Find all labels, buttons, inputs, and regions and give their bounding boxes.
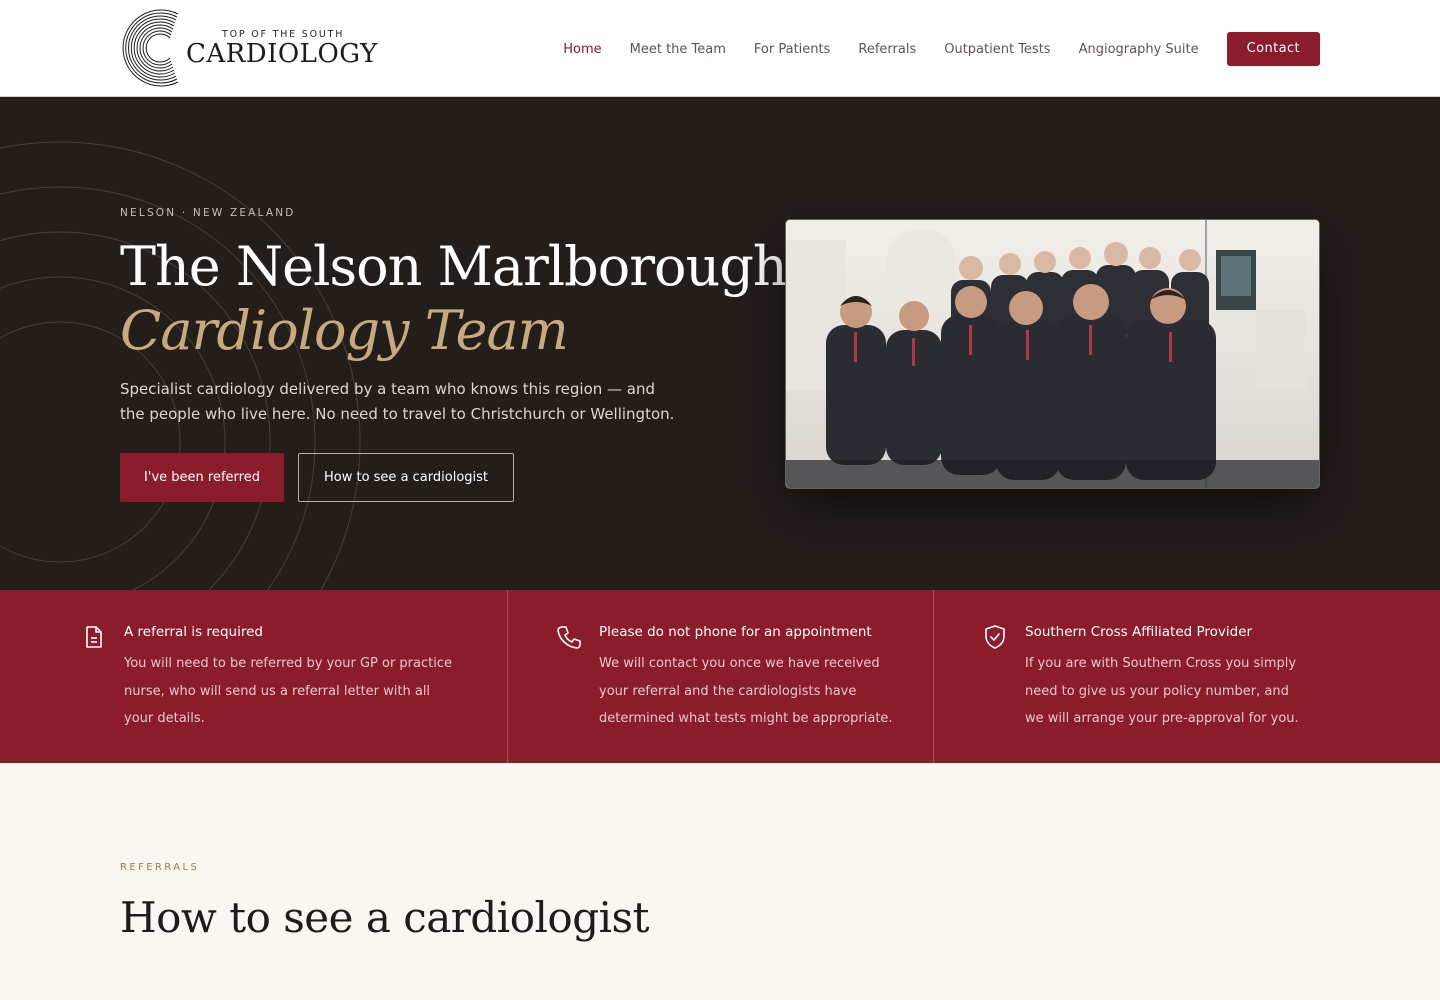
hero-title-line1: The Nelson Marlborough [120,235,788,298]
hero-subtitle: Specialist cardiology delivered by a tea… [120,380,675,423]
hero-title: The Nelson Marlborough Cardiology Team [120,235,788,363]
nav-meet-the-team[interactable]: Meet the Team [630,42,726,57]
nav-referrals[interactable]: Referrals [858,42,916,57]
nav-angiography-suite[interactable]: Angiography Suite [1079,42,1199,57]
hero-title-line2: Cardiology Team [120,299,569,362]
main-nav: Home Meet the Team For Patients Referral… [535,32,1320,66]
info-title: A referral is required [124,624,263,640]
info-text: If you are with Southern Cross you simpl… [1025,656,1299,726]
referrals-eyebrow: REFERRALS [120,862,200,873]
nav-home[interactable]: Home [563,42,601,57]
site-logo[interactable]: TOP OF THE SOUTH CARDIOLOGY [120,8,377,88]
info-text: We will contact you once we have receive… [599,656,893,726]
logo-text: TOP OF THE SOUTH CARDIOLOGY [186,29,378,67]
referrals-title: How to see a cardiologist [120,893,649,942]
team-photo-image [786,220,1319,488]
info-title: Southern Cross Affiliated Provider [1025,624,1253,640]
hero-eyebrow: NELSON · NEW ZEALAND [120,207,296,219]
info-strip: A referral is required You will need to … [0,590,1440,763]
logo-mark-icon [122,9,179,87]
info-card-referral: A referral is required You will need to … [0,590,507,763]
document-icon [86,626,102,648]
nav-for-patients[interactable]: For Patients [754,42,830,57]
hero-section: NELSON · NEW ZEALAND The Nelson Marlboro… [0,97,1440,590]
info-card-phone: Please do not phone for an appointment W… [507,590,933,763]
phone-icon [557,626,581,649]
contact-button[interactable]: Contact [1226,32,1320,66]
logo-wordmark: CARDIOLOGY [186,39,378,69]
team-photo [785,219,1320,489]
info-title: Please do not phone for an appointment [599,624,872,640]
how-to-see-cardiologist-button[interactable]: How to see a cardiologist [298,453,514,502]
been-referred-button[interactable]: I've been referred [120,453,284,502]
site-header: TOP OF THE SOUTH CARDIOLOGY Home Meet th… [0,0,1440,97]
info-text: You will need to be referred by your GP … [124,656,452,726]
shield-check-icon [985,625,1005,649]
info-card-southern-cross: Southern Cross Affiliated Provider If yo… [933,590,1440,763]
nav-outpatient-tests[interactable]: Outpatient Tests [944,42,1050,57]
